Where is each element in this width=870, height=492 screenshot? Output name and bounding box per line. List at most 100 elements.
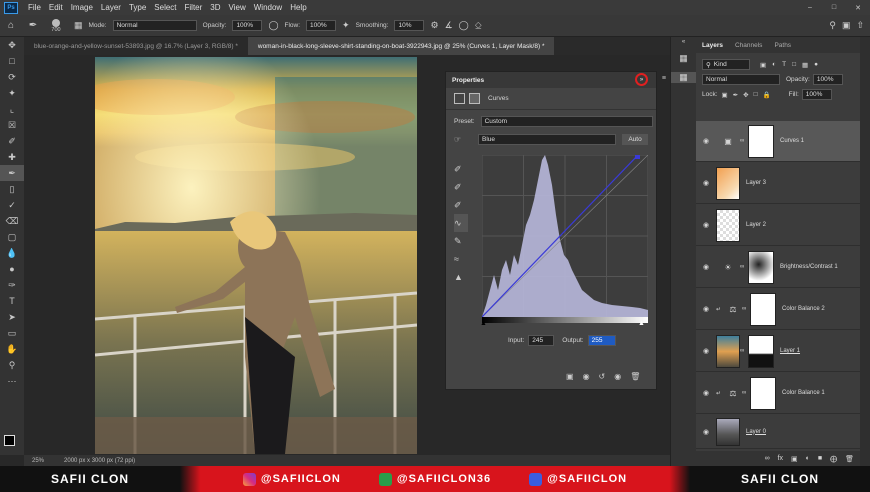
menu-type[interactable]: Type bbox=[125, 3, 150, 12]
tab-woman-document[interactable]: woman-in-black-long-sleeve-shirt-standin… bbox=[247, 37, 555, 55]
move-tool-icon[interactable]: ✥ bbox=[0, 37, 24, 53]
brush-preset-picker[interactable]: 700 bbox=[44, 18, 68, 33]
layer-mask-thumbnail[interactable] bbox=[748, 334, 774, 368]
menu-file[interactable]: File bbox=[24, 3, 45, 12]
tab-layers[interactable]: Layers bbox=[696, 42, 729, 49]
white-point-slider[interactable]: ▲ bbox=[638, 320, 645, 327]
mask-link-icon[interactable]: ∞ bbox=[740, 348, 748, 354]
toggle-brush-panel-icon[interactable]: ▦ bbox=[74, 20, 83, 31]
angle-icon[interactable]: ∡ bbox=[445, 20, 453, 31]
layer-color-balance-2[interactable]: ◉ ↵ ⚖ ∞ Color Balance 2 bbox=[696, 289, 860, 330]
opacity-field[interactable]: 100% bbox=[232, 20, 263, 31]
filter-adjustment-icon[interactable]: ◐ bbox=[772, 61, 776, 68]
blend-mode-select[interactable]: Normal bbox=[702, 74, 780, 85]
gradient-tool-icon[interactable]: ▢ bbox=[0, 229, 24, 245]
menu-layer[interactable]: Layer bbox=[97, 3, 125, 12]
output-field[interactable]: 255 bbox=[587, 335, 616, 346]
layer-style-icon[interactable]: fx bbox=[778, 455, 783, 462]
layer-mask-icon[interactable] bbox=[469, 93, 480, 104]
channel-select[interactable]: Blue bbox=[478, 134, 616, 145]
pen-tool-icon[interactable]: ✑ bbox=[0, 277, 24, 293]
link-layers-icon[interactable]: ∞ bbox=[765, 455, 770, 462]
history-panel-icon[interactable]: ▦ bbox=[671, 53, 696, 64]
eyedropper-tool-icon[interactable]: ✐ bbox=[0, 133, 24, 149]
dodge-tool-icon[interactable]: ● bbox=[0, 261, 24, 277]
layer-curves-1[interactable]: ◉ ▣ ∞ Curves 1 bbox=[696, 121, 860, 162]
collapse-panels-icon[interactable]: « bbox=[671, 39, 696, 45]
preset-select[interactable]: Custom bbox=[480, 116, 653, 127]
symmetry-icon[interactable]: ⎐ bbox=[475, 20, 482, 31]
draw-curve-icon[interactable]: ✎ bbox=[454, 232, 468, 250]
visibility-eye-icon[interactable]: ◉ bbox=[696, 389, 716, 397]
tab-paths[interactable]: Paths bbox=[768, 42, 797, 49]
foreground-color-swatch[interactable] bbox=[4, 435, 15, 446]
sample-white-point-icon[interactable]: ✐ bbox=[454, 196, 468, 214]
layer-3[interactable]: ◉ Layer 3 bbox=[696, 163, 860, 204]
panel-scrollbar[interactable] bbox=[860, 37, 870, 466]
mode-select[interactable]: Normal bbox=[112, 20, 197, 31]
hand-tool-icon[interactable]: ✋ bbox=[0, 341, 24, 357]
menu-edit[interactable]: Edit bbox=[45, 3, 67, 12]
visibility-eye-icon[interactable]: ◉ bbox=[696, 305, 716, 313]
mask-link-icon[interactable]: ∞ bbox=[742, 390, 750, 396]
blur-tool-icon[interactable]: 💧 bbox=[0, 245, 24, 261]
menu-window[interactable]: Window bbox=[250, 3, 286, 12]
filter-pixel-icon[interactable]: ▣ bbox=[760, 61, 766, 69]
layer-opacity-field[interactable]: 100% bbox=[812, 74, 843, 85]
workspace-icon[interactable]: ▣ bbox=[842, 20, 851, 31]
filter-smart-object-icon[interactable]: ▦ bbox=[802, 61, 808, 69]
lock-all-icon[interactable]: 🔒 bbox=[763, 91, 771, 99]
clip-to-layer-icon[interactable]: ▣ bbox=[566, 372, 574, 381]
rectangle-tool-icon[interactable]: ▭ bbox=[0, 325, 24, 341]
layer-1[interactable]: ◉ ∞ Layer 1 bbox=[696, 331, 860, 372]
maximize-icon[interactable]: □ bbox=[822, 4, 846, 11]
clipping-warning-icon[interactable]: ▲ bbox=[454, 268, 468, 286]
new-layer-icon[interactable]: ⨁ bbox=[830, 455, 837, 463]
tab-channels[interactable]: Channels bbox=[729, 42, 768, 49]
flow-field[interactable]: 100% bbox=[306, 20, 337, 31]
input-field[interactable]: 245 bbox=[528, 335, 555, 346]
curves-graph[interactable] bbox=[482, 155, 648, 323]
brush-tool-icon[interactable]: ✒ bbox=[0, 165, 24, 181]
photoshop-logo-icon[interactable]: Ps bbox=[4, 1, 18, 14]
layer-mask-thumbnail[interactable] bbox=[748, 124, 774, 158]
share-icon[interactable]: ⇧ bbox=[856, 20, 864, 31]
visibility-eye-icon[interactable]: ◉ bbox=[696, 263, 716, 271]
black-point-slider[interactable]: ▲ bbox=[480, 320, 487, 327]
filter-toggle-icon[interactable]: ● bbox=[814, 61, 818, 68]
add-mask-icon[interactable]: ▣ bbox=[791, 455, 798, 463]
lasso-tool-icon[interactable]: ⟳ bbox=[0, 69, 24, 85]
smoothing-settings-icon[interactable]: ⚙ bbox=[430, 20, 438, 31]
eraser-tool-icon[interactable]: ⌫ bbox=[0, 213, 24, 229]
menu-help[interactable]: Help bbox=[286, 3, 310, 12]
brush-tool-icon[interactable]: ✒ bbox=[22, 20, 44, 31]
target-adjust-icon[interactable]: ☞ bbox=[454, 135, 468, 144]
home-icon[interactable]: ⌂ bbox=[0, 20, 22, 31]
layer-mask-thumbnail[interactable] bbox=[748, 250, 774, 284]
clone-stamp-tool-icon[interactable]: ▯ bbox=[0, 181, 24, 197]
sample-gray-point-icon[interactable]: ✐ bbox=[454, 178, 468, 196]
visibility-eye-icon[interactable]: ◉ bbox=[696, 179, 716, 187]
new-adjustment-icon[interactable]: ◐ bbox=[806, 455, 810, 462]
instagram-handle[interactable]: @SAFIICLON bbox=[242, 472, 341, 486]
more-tools-icon[interactable]: ⋯ bbox=[0, 373, 24, 389]
menu-image[interactable]: Image bbox=[67, 3, 97, 12]
filter-type-icon[interactable]: T bbox=[782, 61, 786, 68]
facebook-handle[interactable]: @SAFIICLON bbox=[529, 472, 627, 486]
edit-points-icon[interactable]: ∿ bbox=[454, 214, 468, 232]
visibility-eye-icon[interactable]: ◉ bbox=[696, 428, 716, 436]
mask-link-icon[interactable]: ∞ bbox=[742, 306, 750, 312]
fill-field[interactable]: 100% bbox=[801, 89, 832, 100]
healing-brush-tool-icon[interactable]: ✚ bbox=[0, 149, 24, 165]
lock-image-icon[interactable]: ✒ bbox=[733, 91, 738, 99]
reset-icon[interactable]: ↺ bbox=[599, 372, 606, 381]
filter-shape-icon[interactable]: □ bbox=[792, 61, 796, 68]
smoothing-field[interactable]: 10% bbox=[394, 20, 425, 31]
layer-brightness-contrast-1[interactable]: ◉ ☀ ∞ Brightness/Contrast 1 bbox=[696, 247, 860, 288]
pressure-size-icon[interactable]: ◯ bbox=[459, 20, 469, 31]
layer-color-balance-1[interactable]: ◉ ↵ ⚖ ∞ Color Balance 1 bbox=[696, 373, 860, 414]
frame-tool-icon[interactable]: ☒ bbox=[0, 117, 24, 133]
menu-select[interactable]: Select bbox=[150, 3, 180, 12]
twitter-handle[interactable]: @SAFIICLON36 bbox=[378, 472, 491, 486]
curve-point[interactable] bbox=[635, 155, 640, 159]
